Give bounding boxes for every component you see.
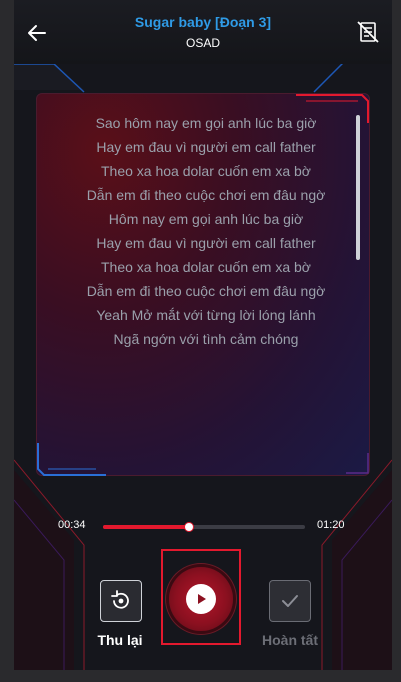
lyric-line: Hay em đau vì người em call father [96, 235, 316, 251]
total-time: 01:20 [317, 519, 345, 531]
header-bar: Sugar baby [Đoạn 3] OSAD [14, 0, 392, 64]
lyric-line: Dẫn em đi theo cuộc chơi em đâu ngờ [86, 283, 326, 299]
done-button[interactable] [269, 580, 311, 622]
lyric-line: Hôm nay em gọi anh lúc ba giờ [108, 211, 304, 227]
lyric-line: Sao hôm nay em gọi anh lúc ba giờ [95, 115, 317, 131]
done-label: Hoàn tất [262, 632, 318, 648]
lyric-line: Ngã ngớn với tình cảm chóng [113, 331, 299, 347]
lyrics-off-icon [357, 21, 379, 43]
back-button[interactable] [24, 20, 50, 46]
play-button[interactable] [169, 567, 233, 631]
play-icon [198, 594, 206, 604]
lyrics-toggle-button[interactable] [354, 18, 382, 46]
play-button-core [186, 584, 216, 614]
lyrics-list[interactable]: Sao hôm nay em gọi anh lúc ba giờ Hay em… [76, 113, 336, 453]
lyric-line: Theo xa hoa dolar cuốn em xa bờ [101, 163, 311, 179]
song-title: Sugar baby [Đoạn 3] [134, 14, 272, 30]
progress-fill [103, 525, 189, 529]
check-icon [282, 595, 298, 607]
lyric-line: Yeah Mở mắt với từng lời lóng lánh [96, 307, 316, 323]
lyric-line: Dẫn em đi theo cuộc chơi em đâu ngờ [86, 187, 326, 203]
lyrics-panel: Sao hôm nay em gọi anh lúc ba giờ Hay em… [36, 93, 370, 476]
arrow-left-icon [28, 25, 46, 41]
artist-name: OSAD [185, 36, 220, 50]
progress-slider[interactable] [103, 522, 305, 532]
progress-thumb[interactable] [183, 522, 194, 532]
karaoke-screen: Sugar baby [Đoạn 3] OSAD Sao hôm nay em … [14, 0, 392, 670]
retry-button[interactable] [100, 580, 142, 622]
current-time: 00:34 [58, 519, 86, 531]
retry-icon [111, 590, 129, 609]
lyrics-scrollbar[interactable] [356, 115, 360, 260]
lyric-line: Hay em đau vì người em call father [96, 139, 316, 155]
lyric-line: Theo xa hoa dolar cuốn em xa bờ [101, 259, 311, 275]
playback-progress: 00:34 01:20 [14, 516, 392, 536]
retry-label: Thu lại [97, 632, 143, 648]
